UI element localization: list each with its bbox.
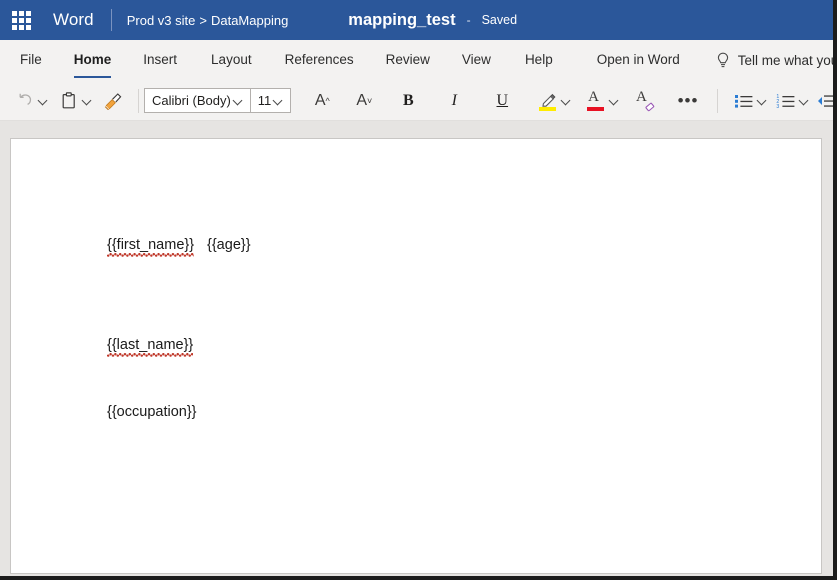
bulleted-list-icon bbox=[735, 94, 753, 108]
tab-open-in-word[interactable]: Open in Word bbox=[597, 39, 680, 82]
breadcrumb-folder-link[interactable]: DataMapping bbox=[211, 13, 288, 28]
merge-field-occupation: {{occupation}} bbox=[107, 404, 197, 420]
bulleted-list-caret-icon[interactable] bbox=[758, 96, 761, 105]
tab-help[interactable]: Help bbox=[525, 39, 553, 82]
format-painter-button[interactable] bbox=[102, 86, 124, 116]
font-size-value: 11 bbox=[257, 93, 272, 108]
more-formatting-options-button[interactable]: ••• bbox=[677, 86, 699, 116]
paste-dropdown-caret-icon[interactable] bbox=[83, 96, 86, 105]
tab-layout[interactable]: Layout bbox=[211, 39, 252, 82]
clipboard-paste-icon bbox=[62, 91, 75, 108]
format-painter-brush-icon bbox=[104, 92, 122, 110]
tab-references[interactable]: References bbox=[285, 39, 354, 82]
tab-review[interactable]: Review bbox=[386, 39, 430, 82]
waffle-grid-icon[interactable] bbox=[8, 7, 34, 33]
window-bottom-edge bbox=[0, 576, 837, 580]
clear-formatting-eraser-icon bbox=[645, 102, 655, 111]
grow-font-button[interactable]: A ^ bbox=[311, 86, 333, 116]
font-color-button[interactable]: A bbox=[585, 89, 607, 113]
merge-field-first-name: {{first_name}} bbox=[107, 237, 195, 257]
tab-file[interactable]: File bbox=[20, 39, 42, 82]
italic-button[interactable]: I bbox=[443, 86, 465, 116]
document-paragraph-first-name[interactable]: {{first_name}} bbox=[107, 237, 195, 253]
paste-button[interactable] bbox=[58, 86, 80, 116]
tab-home[interactable]: Home bbox=[73, 39, 111, 82]
formatting-toolbar: Calibri (Body) 11 A ^ A ˅ B I U A A ••• … bbox=[0, 81, 837, 121]
font-name-caret-icon[interactable] bbox=[234, 96, 243, 105]
merge-field-last-name: {{last_name}} bbox=[107, 337, 194, 357]
tell-me-search[interactable]: Tell me what you bbox=[716, 52, 837, 69]
breadcrumb-separator: > bbox=[199, 12, 207, 28]
window-right-edge bbox=[833, 0, 837, 580]
font-size-caret-icon[interactable] bbox=[274, 96, 283, 105]
document-paragraph-last-name[interactable]: {{last_name}} bbox=[107, 337, 194, 353]
app-name-label[interactable]: Word bbox=[53, 10, 94, 30]
font-size-combobox[interactable]: 11 bbox=[250, 88, 292, 113]
lightbulb-icon bbox=[716, 52, 730, 69]
bold-button[interactable]: B bbox=[397, 86, 419, 116]
numbered-list-caret-icon[interactable] bbox=[800, 96, 803, 105]
undo-arrow-icon bbox=[19, 93, 32, 105]
underline-button[interactable]: U bbox=[491, 86, 513, 116]
highlight-color-indicator bbox=[539, 106, 557, 111]
document-canvas[interactable]: {{first_name}} {{age}} {{last_name}} {{o… bbox=[0, 121, 837, 580]
undo-dropdown-caret-icon[interactable] bbox=[39, 96, 42, 105]
undo-button[interactable] bbox=[14, 86, 36, 116]
shrink-font-label: A bbox=[356, 91, 367, 109]
document-page[interactable]: {{first_name}} {{age}} {{last_name}} {{o… bbox=[10, 138, 822, 574]
tell-me-label: Tell me what you bbox=[737, 53, 837, 68]
breadcrumb: Prod v3 site > DataMapping bbox=[127, 13, 289, 28]
font-color-indicator bbox=[587, 106, 605, 111]
numbered-list-button[interactable]: 1 2 3 bbox=[775, 86, 797, 116]
breadcrumb-site-link[interactable]: Prod v3 site bbox=[127, 13, 196, 28]
grow-font-caret-icon: ^ bbox=[325, 95, 330, 106]
font-name-combobox[interactable]: Calibri (Body) bbox=[144, 88, 251, 113]
header-divider bbox=[110, 9, 112, 31]
merge-field-age: {{age}} bbox=[207, 237, 251, 253]
document-title[interactable]: mapping_test bbox=[348, 11, 455, 30]
grow-font-label: A bbox=[314, 91, 326, 109]
highlight-dropdown-caret-icon[interactable] bbox=[562, 96, 565, 105]
font-color-dropdown-caret-icon[interactable] bbox=[610, 96, 613, 105]
font-name-value: Calibri (Body) bbox=[152, 93, 231, 108]
font-color-label: A bbox=[588, 88, 599, 105]
word-online-window: Word Prod v3 site > DataMapping mapping_te… bbox=[0, 0, 837, 580]
tab-insert[interactable]: Insert bbox=[143, 39, 177, 82]
title-dash: - bbox=[466, 13, 471, 27]
svg-text:3: 3 bbox=[777, 103, 780, 108]
bulleted-list-button[interactable] bbox=[733, 86, 755, 116]
ribbon-tab-bar: File Home Insert Layout References Revie… bbox=[0, 40, 837, 81]
numbered-list-icon: 1 2 3 bbox=[777, 94, 795, 109]
save-status-label[interactable]: Saved bbox=[482, 13, 517, 27]
document-paragraph-occupation[interactable]: {{occupation}} bbox=[107, 404, 197, 420]
shrink-font-caret-icon: ˅ bbox=[366, 95, 373, 106]
text-highlight-button[interactable] bbox=[537, 89, 559, 113]
title-bar: Word Prod v3 site > DataMapping mapping_te… bbox=[0, 0, 837, 40]
document-paragraph-age[interactable]: {{age}} bbox=[207, 237, 251, 253]
clear-formatting-button[interactable]: A bbox=[633, 89, 655, 113]
tab-view[interactable]: View bbox=[462, 39, 491, 82]
shrink-font-button[interactable]: A ˅ bbox=[353, 86, 375, 116]
